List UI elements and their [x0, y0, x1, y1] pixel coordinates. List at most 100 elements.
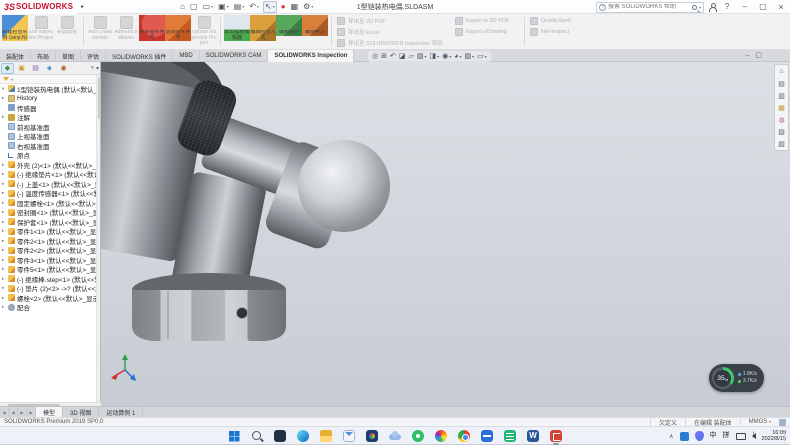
feature-tree-item[interactable]: ▸ (-) 上盖<1> (默认<<默认>_显示状	[0, 179, 96, 189]
tree-vertical-scrollbar[interactable]	[96, 75, 100, 402]
tab-scroll-button[interactable]: ◀	[9, 407, 18, 417]
search-caret-icon[interactable]: ▾	[699, 5, 701, 10]
feature-tree-item[interactable]: ▸ 配合	[0, 303, 96, 313]
feature-tree-item[interactable]: ▸ (-) 垫片 (2)<2> ->? (默认<<默认>	[0, 284, 96, 294]
launch-template-editor-button[interactable]: 启动模板编辑器	[224, 15, 250, 41]
traffic-light-icon[interactable]: ●	[280, 1, 287, 13]
section-view-icon[interactable]: ◪	[399, 52, 406, 62]
tab-addins[interactable]: SOLIDWORKS 插件	[106, 50, 173, 62]
user-account-icon[interactable]	[708, 3, 716, 12]
ime-language-indicator[interactable]: 中	[710, 427, 717, 445]
apply-scene-icon[interactable]: ▨	[465, 52, 475, 62]
clock[interactable]: 16:09 2022/8/15	[762, 430, 786, 442]
feature-tree-item[interactable]: ▸ 密封圈<1> (默认<<默认>_显示状	[0, 208, 96, 218]
graphics-viewport[interactable]: ⌂▤▥▦◍▧▨ 35% 1.8K/s 3.7K/s	[101, 62, 790, 406]
zoom-area-icon[interactable]: ⊞	[381, 52, 387, 62]
spreadsheet-app[interactable]	[502, 428, 518, 444]
feature-tree-item[interactable]: 右视基准面	[0, 141, 96, 151]
feature-tree-item[interactable]: ▸ 零件5<1> (默认<<默认>_显示状态	[0, 265, 96, 275]
restore-button[interactable]: ▢	[756, 1, 770, 13]
security-shield-icon[interactable]	[695, 431, 704, 441]
tab-scroll-button[interactable]: ◀	[0, 407, 9, 417]
configurationmanager-tab[interactable]: ▤	[29, 63, 42, 74]
tray-expand-chevron-icon[interactable]: ∧	[669, 433, 673, 440]
home-icon[interactable]: ⌂	[776, 66, 788, 77]
toolbox-icon[interactable]: ▦	[776, 102, 788, 113]
feature-tree-item[interactable]: ▸ (-) 绝缘垫片<1> (默认<<默认>_显	[0, 170, 96, 180]
solidworks-app[interactable]	[548, 428, 564, 444]
featuremanager-tab[interactable]: ◆	[1, 63, 14, 74]
tab-assembly[interactable]: 装配体	[0, 50, 31, 62]
feature-tree-item[interactable]: ▸ History	[0, 94, 96, 104]
propertymanager-tab[interactable]: ▣	[15, 63, 28, 74]
view-settings-icon[interactable]: ▭	[477, 52, 487, 62]
tab-scroll-button[interactable]: ▶	[18, 407, 27, 417]
remove-balloons-button[interactable]: 移除零件序号	[139, 15, 165, 41]
search-scope-icon[interactable]: ?	[599, 4, 606, 11]
ime-mode-indicator[interactable]: 拼	[723, 427, 730, 445]
mail-app[interactable]	[341, 428, 357, 444]
new-template-button[interactable]: 新建模板	[54, 15, 80, 36]
edit-methods-button[interactable]: 编辑检查方式	[250, 15, 276, 41]
feature-tree-item[interactable]: ▸ 零件2<2> (默认<<默认>_显示状态	[0, 246, 96, 256]
photos-app[interactable]	[364, 428, 380, 444]
design-library-icon[interactable]: ▤	[776, 78, 788, 89]
tab-cam[interactable]: SOLIDWORKS CAM	[200, 50, 269, 62]
panel-pin-icon[interactable]: ▾	[96, 65, 99, 72]
network-display-icon[interactable]	[736, 433, 746, 440]
qualityxpert-button[interactable]: QualityXpert	[530, 17, 584, 25]
add-edit-balloons-button[interactable]: Add/Edit Balloons	[113, 15, 139, 41]
edit-inspection-project-button[interactable]: Edit Inspection Project	[28, 15, 54, 41]
select-balloons-button[interactable]: 选择零件序号	[165, 15, 191, 41]
model-hex-nut[interactable]	[132, 290, 286, 341]
feature-tree-item[interactable]: ▸ 零件3<1> (默认<<默认>_显示状态	[0, 255, 96, 265]
new-inspection-project-button[interactable]: 新建检查项目 (amp;N)	[2, 15, 28, 41]
feature-tree-item[interactable]: 前视基准面	[0, 122, 96, 132]
appearances-icon[interactable]: ◍	[776, 114, 788, 125]
doc-minimize-button[interactable]: –	[745, 51, 749, 61]
dimxpertmanager-tab[interactable]: ◈	[43, 63, 56, 74]
tab-sketch[interactable]: 草图	[56, 50, 81, 62]
feature-tree-item[interactable]: ▾ 1型铠装热电偶 (默认<默认_显示状态-1	[0, 84, 96, 94]
edit-operations-button[interactable]: 编辑操作	[276, 15, 302, 36]
feature-tree-item[interactable]: ▸ (-) 温度传感器<1> (默认<<默认>_	[0, 189, 96, 199]
performance-monitor-widget[interactable]: 35% 1.8K/s 3.7K/s	[709, 364, 764, 392]
export-3d-pdf-button[interactable]: Export to 3D PDF	[455, 17, 519, 25]
minimize-button[interactable]: –	[738, 1, 752, 13]
tab-layout[interactable]: 布局	[31, 50, 56, 62]
solidworks-resources-icon[interactable]: ▨	[776, 138, 788, 149]
feature-tree-item[interactable]: ▸ 零件1<1> (默认<<默认>_显示状态	[0, 227, 96, 237]
add-characteristic-button[interactable]: Add Characteristic	[87, 15, 113, 41]
options-gear-icon[interactable]: ⚙	[302, 1, 314, 13]
tab-evaluate[interactable]: 评估	[81, 50, 106, 62]
export-2d-pdf-button[interactable]: 导出至 2D PDF	[337, 17, 447, 25]
feature-tree-item[interactable]: ▸ 固定螺栓<1> (默认<<默认>_显示	[0, 198, 96, 208]
onedrive-app[interactable]	[387, 428, 403, 444]
model-tab[interactable]: 模型	[36, 407, 63, 417]
green-app[interactable]	[410, 428, 426, 444]
feature-tree-item[interactable]: ▸ 零件2<1> (默认<<默认>_显示状态	[0, 236, 96, 246]
displaymanager-tab[interactable]: ◉	[57, 63, 70, 74]
feature-tree-item[interactable]: ▸ 注解	[0, 113, 96, 123]
filter-caret-icon[interactable]: ▾	[11, 77, 13, 82]
tab-scroll-button[interactable]: ▶	[27, 407, 36, 417]
word-app[interactable]	[525, 428, 541, 444]
print-icon[interactable]: ▤	[233, 1, 246, 13]
feature-tree-item[interactable]: ▸ 保护套<1> (默认<<默认>_显示状	[0, 217, 96, 227]
feature-tree-item[interactable]: 传感器	[0, 103, 96, 113]
export-edrawing-button[interactable]: Export eDrawing	[455, 28, 519, 36]
search-icon[interactable]	[692, 5, 697, 10]
menu-expand-arrow-icon[interactable]: ▸	[81, 3, 84, 10]
motion-study-tab[interactable]: 运动算例 1	[99, 407, 143, 417]
widgets-button[interactable]	[272, 428, 288, 444]
tray-app-icon[interactable]	[680, 432, 689, 441]
feature-tree-item[interactable]: ▸ (-) 绝缘棒.step<1> (默认<<默认>	[0, 274, 96, 284]
export-sw-inspection-project-button[interactable]: 导出至 SOLIDWORKS Inspection 项目	[337, 39, 447, 47]
browser-wheel-app[interactable]	[433, 428, 449, 444]
file-explorer-icon[interactable]: ▥	[776, 90, 788, 101]
zoom-fit-icon[interactable]: ◎	[372, 52, 378, 62]
home-icon[interactable]: ⌂	[179, 1, 186, 13]
close-button[interactable]: ×	[774, 1, 788, 13]
custom-properties-icon[interactable]: ▧	[776, 126, 788, 137]
select-cursor-icon[interactable]: ↖	[263, 1, 277, 13]
